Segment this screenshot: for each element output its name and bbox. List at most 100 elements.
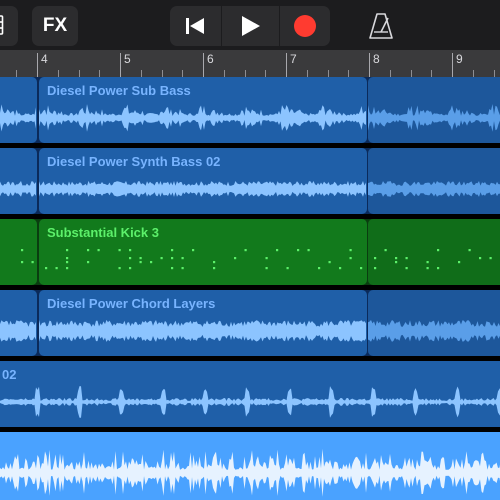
ruler-subtick xyxy=(265,70,267,77)
ruler-subtick xyxy=(410,70,412,77)
midi-note xyxy=(395,257,398,260)
audio-region[interactable]: Diesel Power Chord Layers xyxy=(39,290,367,356)
midi-note xyxy=(118,249,121,252)
fx-button[interactable]: FX xyxy=(32,6,78,46)
midi-note xyxy=(489,257,492,260)
waveform-shape xyxy=(0,104,36,132)
audio-region[interactable] xyxy=(0,290,37,356)
waveform-shape xyxy=(368,104,500,132)
midi-note xyxy=(139,261,142,264)
ruler-subtick xyxy=(223,70,225,77)
midi-note xyxy=(171,257,174,260)
ruler-subtick xyxy=(431,70,433,77)
midi-note xyxy=(297,249,300,252)
midi-note xyxy=(234,257,237,260)
midi-note xyxy=(286,267,289,270)
ruler-subtick xyxy=(78,70,80,77)
midi-note xyxy=(468,249,471,252)
track-lane xyxy=(0,432,500,500)
rewind-button[interactable] xyxy=(170,6,220,46)
midi-note xyxy=(139,257,142,260)
midi-note xyxy=(87,249,90,252)
waveform-shape xyxy=(368,320,500,342)
midi-note xyxy=(45,267,48,270)
midi-note xyxy=(276,249,279,252)
bar-5-tick xyxy=(120,53,121,77)
bar-9-label: 9 xyxy=(456,52,463,66)
waveform xyxy=(0,104,36,132)
midi-note xyxy=(129,249,132,252)
midi-region[interactable] xyxy=(0,219,37,285)
bar-6-tick xyxy=(203,53,204,77)
play-button[interactable] xyxy=(222,6,278,46)
midi-note xyxy=(426,267,429,270)
waveform-shape xyxy=(39,319,366,342)
audio-region[interactable] xyxy=(0,77,37,143)
midi-note xyxy=(405,257,408,260)
midi-note xyxy=(405,267,408,270)
audio-region-loop[interactable] xyxy=(368,290,500,356)
midi-note xyxy=(437,267,440,270)
track-lane: 02 xyxy=(0,361,500,427)
play-icon xyxy=(242,16,260,36)
midi-note xyxy=(426,261,429,264)
audio-region[interactable] xyxy=(0,148,37,214)
waveform-shape xyxy=(0,181,36,197)
ruler-subtick xyxy=(389,70,391,77)
waveform xyxy=(368,104,500,132)
midi-notes xyxy=(45,249,363,270)
midi-note xyxy=(265,257,268,260)
ruler-subtick xyxy=(348,70,350,77)
midi-region-loop[interactable] xyxy=(368,219,500,285)
track-lane: Diesel Power Chord Layers xyxy=(0,290,500,356)
waveform xyxy=(39,180,366,197)
track-lane: Diesel Power Synth Bass 02 xyxy=(0,148,500,214)
track-lane: Substantial Kick 3 xyxy=(0,219,500,285)
tracks-view-icon xyxy=(0,15,4,35)
waveform xyxy=(39,104,366,132)
midi-note xyxy=(307,249,310,252)
midi-note xyxy=(384,249,387,252)
record-button[interactable] xyxy=(280,6,330,46)
audio-region-loop[interactable] xyxy=(368,77,500,143)
bar-7-tick xyxy=(286,53,287,77)
tracks-view-button[interactable] xyxy=(0,6,18,46)
midi-note xyxy=(181,267,184,270)
timeline-ruler[interactable]: 4 5 6 7 8 9 xyxy=(0,50,500,77)
waveform xyxy=(368,320,500,342)
ruler-subtick xyxy=(472,70,474,77)
metronome-button[interactable] xyxy=(356,6,406,46)
waveform xyxy=(368,181,500,197)
audio-region-loop[interactable] xyxy=(368,148,500,214)
bar-9-tick xyxy=(452,53,453,77)
midi-note xyxy=(265,267,268,270)
midi-note xyxy=(171,249,174,252)
ruler-subtick xyxy=(327,70,329,77)
midi-note xyxy=(171,267,174,270)
midi-note xyxy=(192,249,195,252)
midi-region[interactable]: Substantial Kick 3 xyxy=(39,219,367,285)
midi-note xyxy=(349,249,352,252)
midi-note xyxy=(339,267,342,270)
audio-region[interactable]: Diesel Power Synth Bass 02 xyxy=(39,148,367,214)
bar-6-label: 6 xyxy=(207,52,214,66)
ruler-subtick xyxy=(161,70,163,77)
midi-note xyxy=(479,257,482,260)
audio-region[interactable]: 02 xyxy=(0,361,500,427)
waveform xyxy=(0,320,36,342)
waveform xyxy=(0,448,500,497)
midi-note xyxy=(87,261,90,264)
midi-note xyxy=(21,249,24,252)
midi-note xyxy=(374,267,377,270)
midi-note xyxy=(437,249,440,252)
audio-region[interactable]: Diesel Power Sub Bass xyxy=(39,77,367,143)
waveform xyxy=(39,319,366,342)
midi-note xyxy=(66,249,69,252)
bar-7-label: 7 xyxy=(290,52,297,66)
midi-note xyxy=(55,267,58,270)
midi-note xyxy=(318,267,321,270)
ruler-subtick xyxy=(140,70,142,77)
ruler-subtick xyxy=(493,70,495,77)
audio-region-selected[interactable] xyxy=(0,432,500,500)
midi-note xyxy=(244,249,247,252)
